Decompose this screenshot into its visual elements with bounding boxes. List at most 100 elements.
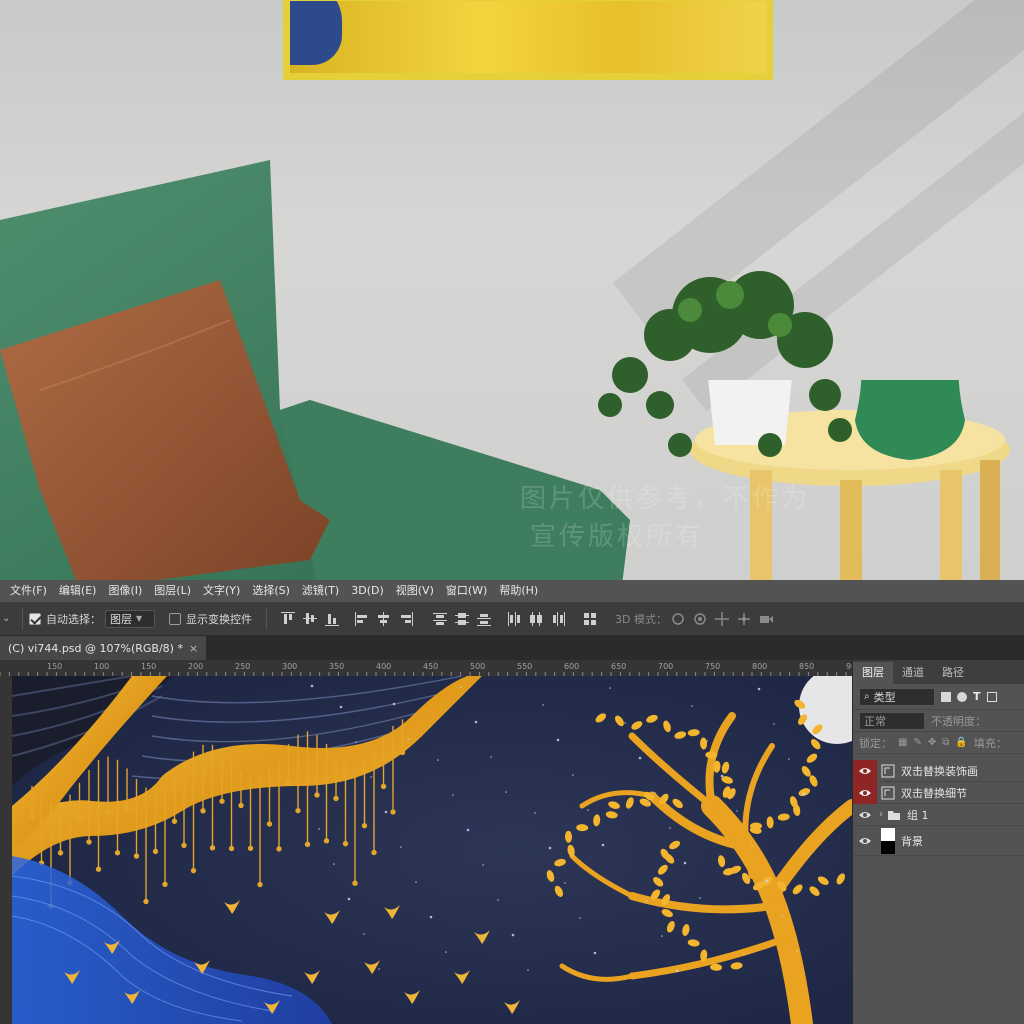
align-vcenter-icon[interactable] — [302, 611, 318, 627]
3d-orbit-icon[interactable] — [670, 611, 686, 627]
menu-window[interactable]: 窗口(W) — [440, 580, 493, 602]
ruler-tick-label: 700 — [658, 662, 674, 671]
layer-filter-row: ⌕ 类型 T — [853, 684, 1024, 710]
lock-all-icon[interactable]: 🔒 — [955, 737, 967, 748]
3d-camera-icon[interactable] — [758, 611, 774, 627]
layer-row[interactable]: 背景 — [853, 826, 1024, 856]
menu-image[interactable]: 图像(I) — [102, 580, 148, 602]
visibility-eye-icon[interactable] — [853, 781, 877, 804]
visibility-eye-icon[interactable] — [853, 804, 877, 826]
filter-shape-icon[interactable] — [986, 691, 997, 702]
ruler-tick-label: 150 — [47, 662, 63, 671]
menu-edit[interactable]: 编辑(E) — [53, 580, 103, 602]
layer-thumbnail — [881, 827, 895, 854]
menu-select[interactable]: 选择(S) — [246, 580, 296, 602]
canvas-artwork — [12, 676, 852, 1024]
layer-filter-dropdown[interactable]: ⌕ 类型 — [859, 687, 935, 706]
options-bar: ⌄ 自动选择： 图层 ▼ 显示变换控件 3D 模式： — [0, 602, 1024, 636]
layer-row[interactable]: 双击替换装饰画 — [853, 759, 1024, 782]
wall-frame — [283, 0, 773, 80]
3d-mode-label: 3D 模式： — [615, 612, 667, 626]
search-icon: ⌕ — [864, 691, 870, 702]
menu-bar: 文件(F) 编辑(E) 图像(I) 图层(L) 文字(Y) 选择(S) 滤镜(T… — [0, 580, 1024, 602]
ruler-tick-label: 300 — [282, 662, 298, 671]
distribute-bottom-icon[interactable] — [476, 611, 492, 627]
3d-pan-icon[interactable] — [714, 611, 730, 627]
align-left-icon[interactable] — [354, 611, 370, 627]
tab-channels[interactable]: 通道 — [893, 662, 933, 684]
blend-mode-dropdown[interactable]: 正常 — [859, 711, 925, 730]
document-title: (C) vi744.psd @ 107%(RGB/8) * — [8, 641, 183, 655]
layer-filter-value: 类型 — [873, 690, 896, 704]
ruler-tick-label: 800 — [752, 662, 768, 671]
smart-object-icon — [881, 786, 895, 799]
3d-slide-icon[interactable] — [736, 611, 752, 627]
mockup-scene: 图片仅供参考，不作为 宣传版权所有 — [0, 0, 1024, 580]
ruler-tick-label: 150 — [141, 662, 157, 671]
ruler-tick-label: 550 — [517, 662, 533, 671]
ruler-tick-label: 400 — [376, 662, 392, 671]
menu-layer[interactable]: 图层(L) — [148, 580, 197, 602]
auto-select-dropdown[interactable]: 图层 ▼ — [105, 609, 155, 628]
filter-type-icon[interactable]: T — [973, 690, 981, 703]
ruler-tick-label: 650 — [611, 662, 627, 671]
align-hcenter-icon[interactable] — [376, 611, 392, 627]
lock-brush-icon[interactable]: ✎ — [913, 737, 921, 748]
show-transform-checkbox[interactable] — [169, 612, 181, 625]
layer-name: 背景 — [901, 834, 923, 848]
ruler-tick-label: 600 — [564, 662, 580, 671]
tool-preset-chevron-icon[interactable]: ⌄ — [2, 613, 16, 624]
ruler-tick-label: 850 — [799, 662, 815, 671]
visibility-eye-icon[interactable] — [853, 759, 877, 782]
align-top-icon[interactable] — [280, 611, 296, 627]
show-transform-label: 显示变换控件 — [186, 612, 252, 626]
menu-file[interactable]: 文件(F) — [4, 580, 53, 602]
document-tab[interactable]: (C) vi744.psd @ 107%(RGB/8) * × — [0, 636, 207, 660]
menu-help[interactable]: 帮助(H) — [493, 580, 544, 602]
layers-panel: 图层 通道 路径 ⌕ 类型 T 正常 不透明度： 锁定： ▦ ✎ ✥ ⧉ 🔒 填… — [852, 660, 1024, 1024]
fill-label: 填充： — [973, 736, 1007, 750]
document-canvas[interactable] — [12, 676, 852, 1024]
tab-paths[interactable]: 路径 — [933, 662, 973, 684]
align-right-icon[interactable] — [398, 611, 414, 627]
layer-row[interactable]: 双击替换细节 — [853, 781, 1024, 804]
3d-roll-icon[interactable] — [692, 611, 708, 627]
watermark: 宣传版权所有 — [530, 522, 705, 552]
distribute-top-icon[interactable] — [432, 611, 448, 627]
layer-name: 组 1 — [907, 808, 929, 822]
vertical-ruler — [0, 676, 12, 1024]
distribute-right-icon[interactable] — [550, 611, 566, 627]
ruler-tick-label: 350 — [329, 662, 345, 671]
tab-layers[interactable]: 图层 — [853, 662, 893, 684]
menu-3d[interactable]: 3D(D) — [345, 580, 390, 602]
auto-align-icon[interactable] — [582, 611, 598, 627]
folder-icon — [888, 810, 900, 820]
ruler-tick-label: 100 — [94, 662, 110, 671]
filter-pixel-icon[interactable] — [941, 691, 951, 702]
blend-row: 正常 不透明度： — [853, 710, 1024, 732]
ruler-tick-label: 450 — [423, 662, 439, 671]
layer-name: 双击替换细节 — [901, 786, 967, 800]
lock-label: 锁定： — [859, 736, 892, 750]
distribute-vcenter-icon[interactable] — [454, 611, 470, 627]
align-bottom-icon[interactable] — [324, 611, 340, 627]
ruler-tick-label: 200 — [188, 662, 204, 671]
lock-artboard-icon[interactable]: ⧉ — [942, 737, 949, 748]
menu-filter[interactable]: 滤镜(T) — [296, 580, 345, 602]
filter-adjustment-icon[interactable] — [957, 691, 967, 702]
layer-group-row[interactable]: › 组 1 — [853, 804, 1024, 826]
visibility-eye-icon[interactable] — [853, 830, 877, 852]
distribute-hcenter-icon[interactable] — [528, 611, 544, 627]
auto-select-checkbox[interactable] — [29, 612, 41, 625]
lock-position-icon[interactable]: ✥ — [928, 737, 936, 748]
auto-select-label: 自动选择： — [46, 612, 101, 626]
expand-chevron-icon[interactable]: › — [879, 809, 883, 820]
lock-pixels-icon[interactable]: ▦ — [898, 737, 907, 748]
lock-row: 锁定： ▦ ✎ ✥ ⧉ 🔒 填充： — [853, 732, 1024, 754]
distribute-left-icon[interactable] — [506, 611, 522, 627]
menu-type[interactable]: 文字(Y) — [197, 580, 246, 602]
ruler-tick-label: 500 — [470, 662, 486, 671]
layer-name: 双击替换装饰画 — [901, 764, 978, 778]
close-tab-icon[interactable]: × — [189, 642, 198, 655]
menu-view[interactable]: 视图(V) — [390, 580, 440, 602]
